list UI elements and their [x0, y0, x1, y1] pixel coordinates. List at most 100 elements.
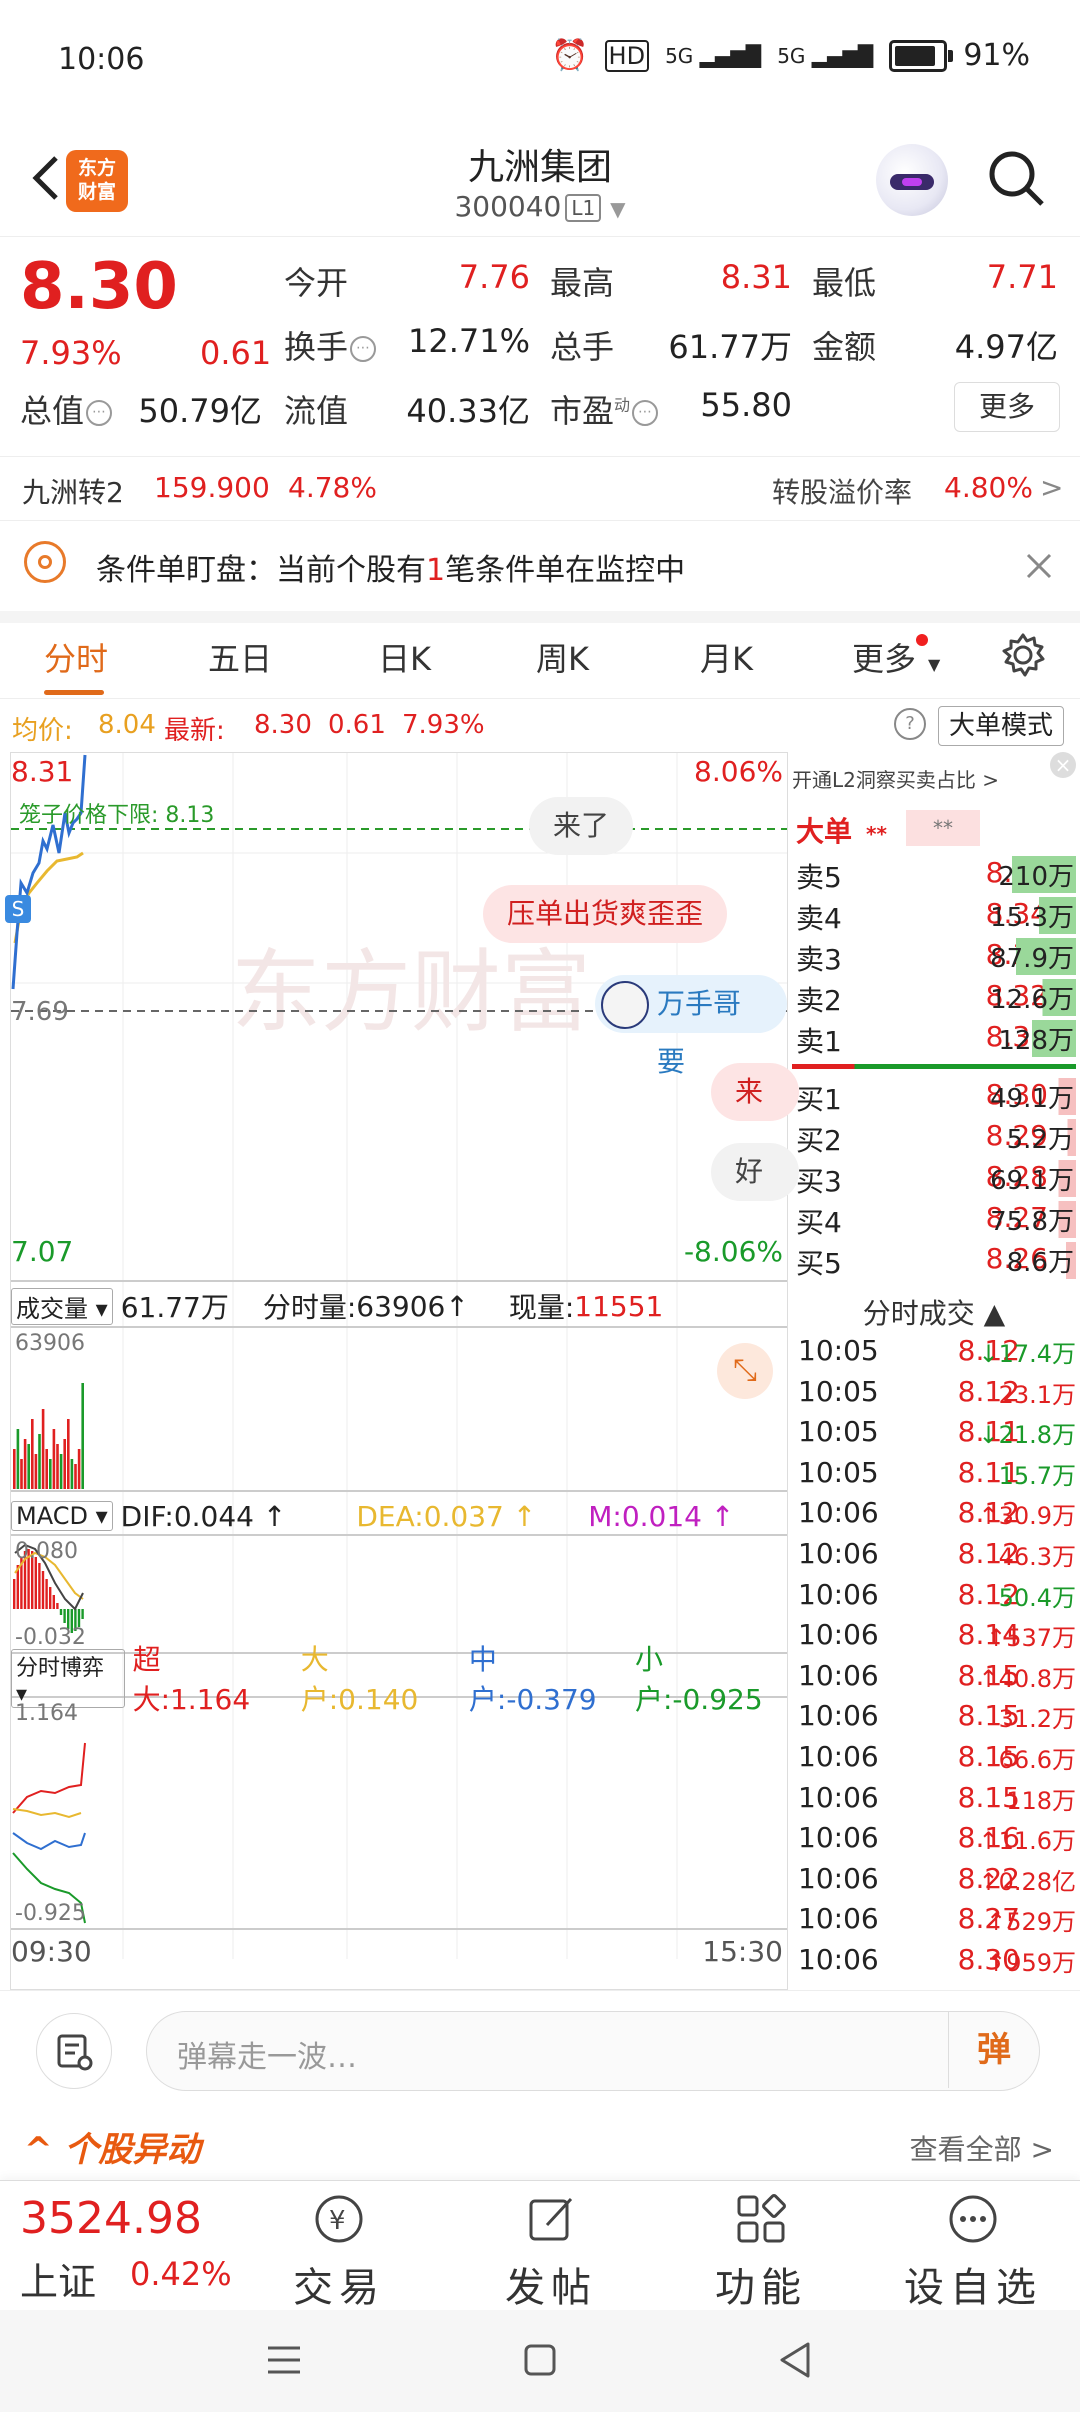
- price-change-pct: 7.93%: [20, 334, 122, 372]
- dea-value: DEA:0.037 ↑: [356, 1499, 537, 1533]
- pct-bottom-label: -8.06%: [683, 1235, 783, 1268]
- price-summary-row: 均价: 8.04 最新: 8.30 0.61 7.93% ? 大单模式: [0, 698, 1080, 750]
- hd-icon: HD: [604, 39, 650, 72]
- tab-five-day[interactable]: 五日: [208, 634, 272, 680]
- avg-label: 均价:: [12, 716, 73, 746]
- macd-select[interactable]: MACD ▾: [11, 1501, 113, 1531]
- tab-more[interactable]: 更多 ▼: [852, 634, 940, 680]
- ask-row[interactable]: 卖4 8.34 15.3万: [792, 897, 1080, 937]
- danmu-bubble[interactable]: 好: [711, 1143, 799, 1201]
- trade-row: 10:06 8.15 66.6万: [798, 1740, 1076, 1774]
- avg-value: 8.04: [98, 710, 156, 740]
- tab-daily-k[interactable]: 日K: [378, 634, 431, 680]
- index-value[interactable]: 3524.98: [20, 2193, 202, 2244]
- xl-value: 超大:1.164: [132, 1643, 251, 1716]
- big-order-mode-button[interactable]: 大单模式: [938, 706, 1064, 746]
- help-icon[interactable]: ?: [894, 708, 926, 740]
- gear-icon[interactable]: [1000, 632, 1046, 678]
- more-quote-button[interactable]: 更多: [954, 382, 1060, 432]
- danmu-input[interactable]: 弹幕走一波… 弹: [146, 2011, 1040, 2091]
- turnover-label[interactable]: 换手 ⋯: [284, 322, 377, 368]
- nav-trade[interactable]: ¥ 交易: [264, 2191, 414, 2313]
- status-bar: 10:06 ⏰ HD 5G ▂▄▆█ 5G ▂▄▆█ 91%: [0, 0, 1080, 120]
- close-icon[interactable]: [1024, 551, 1054, 581]
- svg-text:¥: ¥: [329, 2206, 346, 2236]
- amount-value: 4.97亿: [954, 328, 1058, 366]
- bid-row[interactable]: 买2 8.29 5.2万: [792, 1119, 1080, 1159]
- trade-row: 10:06 8.16 ↑11.6万: [798, 1821, 1076, 1856]
- home-icon[interactable]: [522, 2342, 558, 2378]
- mcap-value: 50.79亿: [138, 392, 262, 430]
- volume-header: 成交量 ▾ 61.77万 分时量: 63906↑ 现量: 11551: [11, 1287, 787, 1325]
- danmu-toggle-button[interactable]: 弹: [948, 2012, 1039, 2088]
- danmu-bubble[interactable]: 压单出货爽歪歪: [483, 885, 728, 943]
- now-volume-value: 11551: [574, 1289, 664, 1323]
- trade-row: 10:06 8.15 ↑40.8万: [798, 1658, 1076, 1693]
- high-value: 8.31: [720, 258, 792, 296]
- back-triangle-icon[interactable]: [776, 2340, 816, 2380]
- ask-row[interactable]: 卖5 8.35 210万: [792, 856, 1080, 896]
- l2-banner[interactable]: 开通L2洞察买卖占比 >: [792, 764, 999, 793]
- nav-add-watchlist[interactable]: 设自选: [898, 2191, 1048, 2313]
- bid-row[interactable]: 买5 8.26 8.6万: [792, 1242, 1080, 1282]
- chart-area[interactable]: 东方财富 8.31 7.69 7.07 8.06% -8.06% 笼子价格下限:…: [5, 752, 799, 1990]
- expand-icon[interactable]: ⤡: [717, 1343, 773, 1399]
- user-avatar: [601, 981, 649, 1029]
- convertible-bond-row[interactable]: 九洲转2 159.900 4.78% 转股溢价率 4.80% >: [0, 456, 1080, 521]
- tab-intraday[interactable]: 分时: [44, 634, 108, 680]
- premium-value: 4.80%: [944, 471, 1033, 504]
- alarm-icon: ⏰: [551, 38, 589, 73]
- condition-order-banner[interactable]: 条件单盯盘：当前个股有1笔条件单在监控中: [0, 520, 1080, 623]
- danmu-bubble[interactable]: 万手哥要: [595, 975, 787, 1078]
- buy-sell-ratio-bar: [792, 1064, 1076, 1069]
- low-label: 最低: [812, 264, 877, 302]
- ask-row[interactable]: 卖2 8.32 12.6万: [792, 979, 1080, 1019]
- macd-header: MACD ▾ DIF:0.044 ↑ DEA:0.037 ↑ M:0.014 ↑: [11, 1497, 787, 1535]
- ask-row[interactable]: 卖3 8.33 87.9万: [792, 938, 1080, 978]
- tab-weekly-k[interactable]: 周K: [536, 634, 589, 680]
- danmu-bubble[interactable]: 来了: [529, 797, 634, 855]
- nav-post[interactable]: 发帖: [476, 2191, 626, 2313]
- mid-line: [12, 1832, 86, 1851]
- bid-row[interactable]: 买4 8.27 75.8万: [792, 1201, 1080, 1241]
- indicator-select[interactable]: 成交量 ▾: [11, 1287, 113, 1325]
- xl-line: [12, 1742, 86, 1814]
- close-icon[interactable]: ×: [1050, 752, 1076, 778]
- volume-value: 61.77万: [668, 328, 792, 366]
- tab-monthly-k[interactable]: 月K: [700, 634, 753, 680]
- mcap-label[interactable]: 总值 ⋯: [20, 386, 113, 432]
- big-order-label: 大单 **: [796, 815, 887, 848]
- view-all-link[interactable]: 查看全部 >: [910, 2128, 1054, 2168]
- danmu-bubble[interactable]: 来: [711, 1063, 799, 1121]
- bid-row[interactable]: 买1 8.30 49.1万: [792, 1078, 1080, 1118]
- now-volume-label: 现量:: [508, 1291, 575, 1324]
- volume-ymax: 63906: [15, 1331, 85, 1356]
- macd-ymax: 0.080: [15, 1539, 78, 1564]
- nav-functions[interactable]: 功能: [686, 2191, 836, 2313]
- signal-icon-1: 5G ▂▄▆█: [665, 43, 762, 68]
- search-icon[interactable]: [984, 146, 1048, 210]
- bid-row[interactable]: 买3 8.28 69.1万: [792, 1160, 1080, 1200]
- trades-title[interactable]: 分时成交 ▲: [788, 1292, 1080, 1332]
- index-name: 上证: [20, 2260, 97, 2304]
- danmu-settings-icon[interactable]: [36, 2013, 112, 2089]
- new-label: 最新:: [164, 716, 225, 746]
- mid-value: 中户:-0.379: [468, 1643, 597, 1716]
- masked-value: **: [906, 810, 980, 846]
- trade-row: 10:06 8.12 50.4万: [798, 1577, 1076, 1612]
- status-icons: ⏰ HD 5G ▂▄▆█ 5G ▂▄▆█ 91%: [551, 38, 1030, 73]
- pe-label[interactable]: 市盈动 ⋯: [550, 386, 659, 432]
- sell-signal-badge[interactable]: S: [5, 895, 31, 923]
- volume-label: 总手: [550, 328, 615, 366]
- assistant-robot-icon[interactable]: [876, 144, 948, 216]
- stock-alerts-row[interactable]: ^ 个股异动 查看全部 >: [0, 2100, 1080, 2180]
- menu-icon[interactable]: [264, 2342, 304, 2378]
- edit-icon: [523, 2191, 579, 2247]
- game-select[interactable]: 分时博弈 ▾: [11, 1648, 125, 1708]
- trade-row: 10:06 8.12 46.3万: [798, 1537, 1076, 1571]
- limit-label: 笼子价格下限: 8.13: [19, 803, 215, 828]
- dif-value: DIF:0.044 ↑: [120, 1499, 287, 1533]
- trade-row: 10:05 8.11 15.7万: [798, 1455, 1076, 1490]
- ask-row[interactable]: 卖1 8.31 128万: [792, 1020, 1080, 1060]
- low-value: 7.71: [986, 258, 1058, 296]
